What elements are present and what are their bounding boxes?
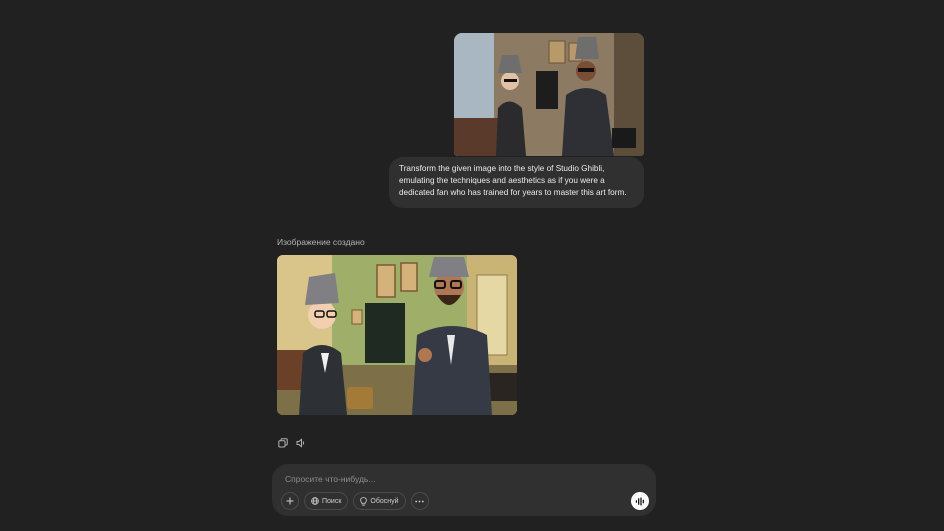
voice-mode-button[interactable]: [631, 492, 649, 510]
globe-icon: [311, 497, 319, 505]
reason-button[interactable]: Обоснуй: [353, 492, 406, 510]
plus-icon: [286, 497, 294, 505]
copy-icon[interactable]: [277, 437, 289, 449]
user-message-bubble: Transform the given image into the style…: [389, 157, 644, 208]
user-uploaded-image[interactable]: [454, 33, 644, 156]
reason-label: Обоснуй: [370, 497, 399, 505]
user-message-text: Transform the given image into the style…: [399, 164, 627, 197]
generated-image[interactable]: [277, 255, 517, 415]
more-icon: [415, 500, 424, 502]
search-label: Поиск: [322, 497, 342, 505]
chat-composer: Поиск Обоснуй: [272, 464, 656, 516]
search-button[interactable]: Поиск: [304, 492, 349, 510]
lightbulb-icon: [360, 496, 368, 506]
speaker-icon[interactable]: [295, 437, 307, 449]
add-attachment-button[interactable]: [281, 492, 299, 510]
more-options-button[interactable]: [410, 492, 429, 510]
image-created-caption: Изображение создано: [277, 237, 365, 247]
message-actions: [277, 437, 307, 449]
voice-waveform-icon: [635, 496, 644, 506]
prompt-input[interactable]: [285, 472, 585, 486]
composer-tools: Поиск Обоснуй: [281, 492, 429, 510]
